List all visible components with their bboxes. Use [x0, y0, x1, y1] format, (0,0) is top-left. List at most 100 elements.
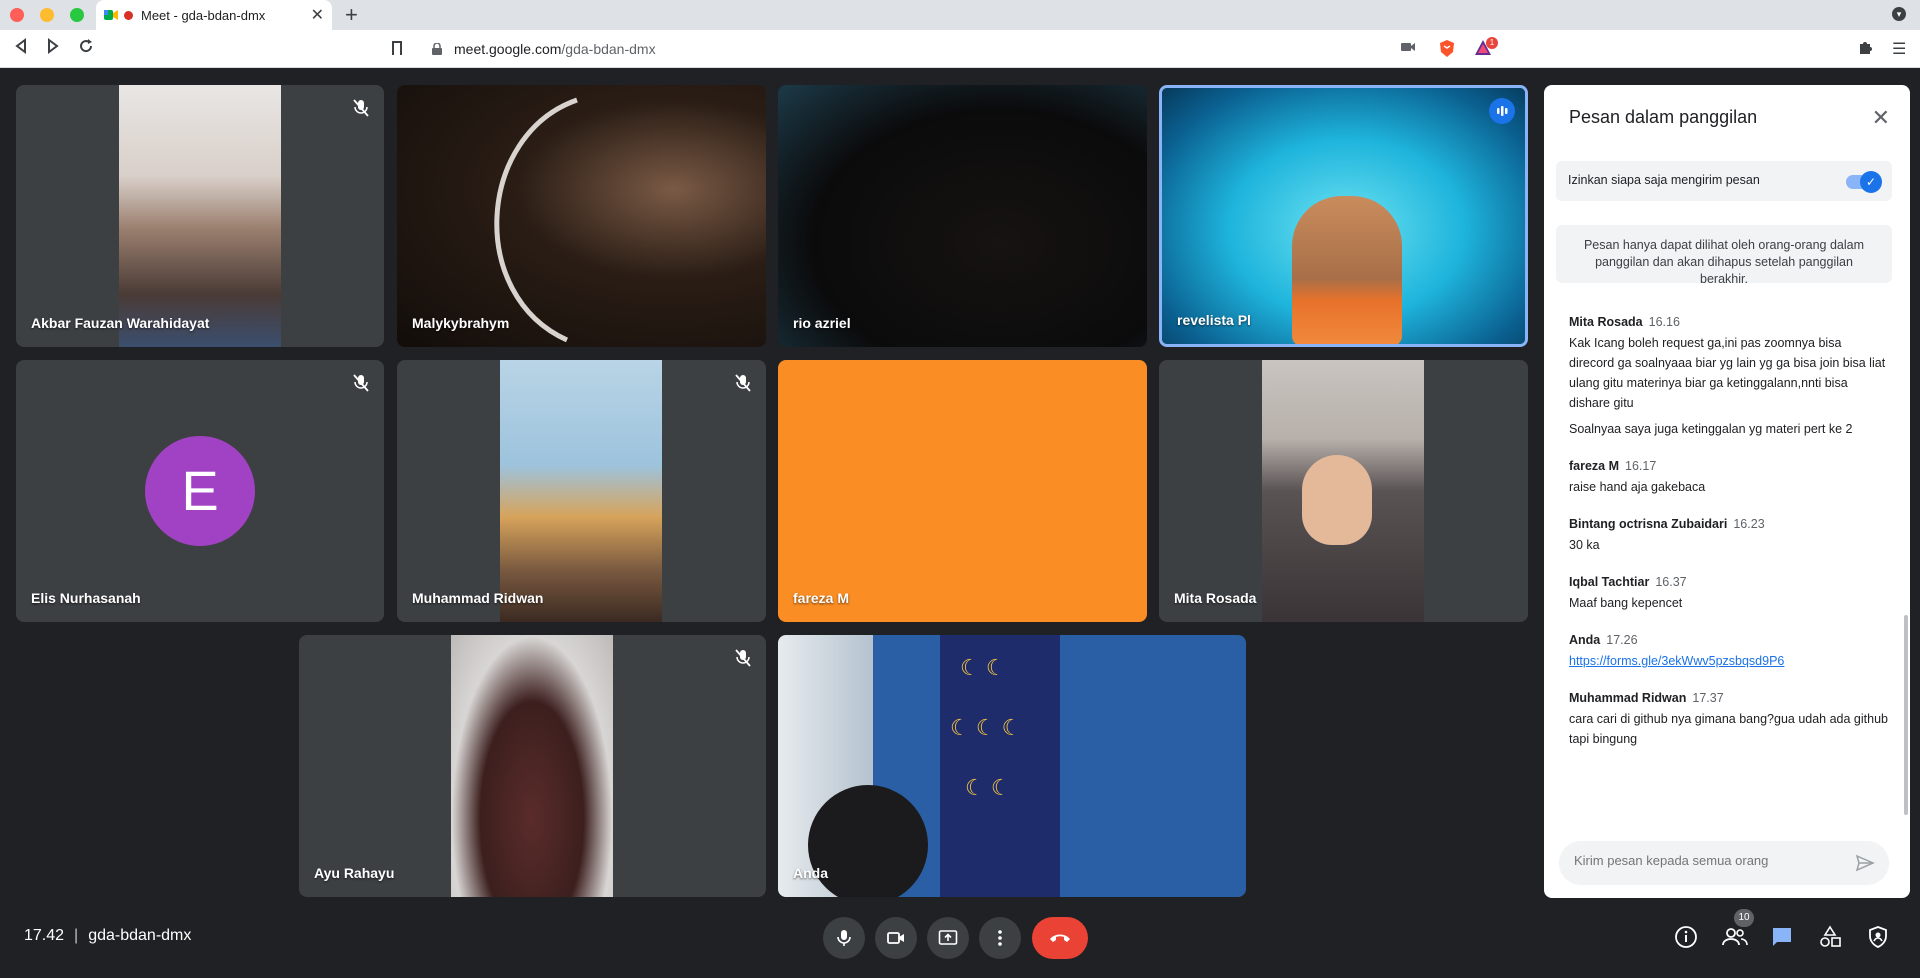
message-text: Maaf bang kepencet: [1569, 596, 1683, 610]
tile-revelista[interactable]: revelista Pl: [1159, 85, 1528, 347]
browser-menu-icon[interactable]: ☰: [1892, 39, 1906, 59]
tile-muhammad-ridwan[interactable]: Muhammad Ridwan: [397, 360, 766, 622]
tile-anda[interactable]: ☾ ☾ ☾ ☾ ☾ ☾ ☾ Anda: [778, 635, 1246, 897]
toggle-label: Izinkan siapa saja mengirim pesan: [1568, 173, 1760, 187]
participant-video: [778, 85, 1147, 347]
tile-mita[interactable]: Mita Rosada: [1159, 360, 1528, 622]
message-list: Mita Rosada 16.16 Kak Icang boleh request…: [1569, 315, 1889, 769]
message-time: 16.23: [1733, 517, 1765, 531]
bookmark-icon[interactable]: [392, 41, 402, 55]
message-link[interactable]: https://forms.gle/3ekWwv5pzsbqsd9P6: [1569, 654, 1784, 668]
panel-title: Pesan dalam panggilan: [1569, 107, 1758, 127]
message-sender: Iqbal Tachtiar: [1569, 575, 1650, 589]
meeting-details-icon[interactable]: [1674, 925, 1698, 954]
mic-off-icon: [732, 647, 754, 669]
message-sender: Muhammad Ridwan: [1569, 691, 1687, 705]
message-sender: Bintang octrisna Zubaidari: [1569, 517, 1728, 531]
message-text: 30 ka: [1569, 538, 1600, 552]
message-time: 16.37: [1655, 575, 1687, 589]
tile-rio[interactable]: rio azriel: [778, 85, 1147, 347]
participant-name: rio azriel: [793, 315, 851, 331]
zoom-window-button[interactable]: [70, 8, 84, 22]
message-text: raise hand aja gakebaca: [1569, 480, 1706, 494]
minimize-window-button[interactable]: [40, 8, 54, 22]
microphone-button[interactable]: [823, 917, 865, 959]
message-sender: Anda: [1569, 633, 1601, 647]
chat-message: Mita Rosada 16.16 Kak Icang boleh request…: [1569, 315, 1889, 439]
chat-info-notice: Pesan hanya dapat dilihat oleh orang-ora…: [1556, 225, 1892, 286]
message-time: 17.26: [1606, 633, 1638, 647]
chat-scrollbar[interactable]: [1904, 615, 1908, 815]
participant-figure: [1302, 455, 1372, 545]
tile-fareza[interactable]: fareza M: [778, 360, 1147, 622]
message-time: 16.17: [1625, 459, 1657, 473]
ring-light-shape: [494, 97, 578, 343]
participant-video: [451, 635, 613, 897]
mic-off-icon: [732, 372, 754, 394]
brave-shield-icon[interactable]: [1438, 39, 1456, 64]
tab-title: Meet - gda-bdan-dmx: [141, 7, 266, 23]
forward-icon[interactable]: [46, 38, 60, 59]
leave-call-button[interactable]: [1032, 917, 1088, 959]
tab-search-icon[interactable]: ▾: [1892, 7, 1906, 21]
check-icon: ✓: [1860, 171, 1882, 193]
participant-name: Malykybrahym: [412, 315, 510, 331]
url-field[interactable]: meet.google.com/gda-bdan-dmx: [454, 41, 656, 57]
participant-figure: [1292, 196, 1402, 344]
close-window-button[interactable]: [10, 8, 24, 22]
present-screen-button[interactable]: [927, 917, 969, 959]
allow-messages-toggle[interactable]: ✓: [1846, 171, 1882, 193]
chat-message: Muhammad Ridwan 17.37 cara cari di github…: [1569, 691, 1889, 749]
participant-name: fareza M: [793, 590, 850, 606]
chat-panel: Pesan dalam panggilan ✕ Izinkan siapa sa…: [1544, 85, 1910, 898]
tile-akbar[interactable]: Akbar Fauzan Warahidayat: [16, 85, 384, 347]
chat-message: Iqbal Tachtiar 16.37 Maaf bang kepencet: [1569, 575, 1889, 613]
present-icon: [938, 930, 958, 945]
participant-name: Mita Rosada: [1174, 590, 1257, 606]
url-host: meet.google.com: [454, 41, 562, 57]
participant-name: Ayu Rahayu: [314, 865, 395, 881]
participant-name: revelista Pl: [1177, 312, 1251, 328]
tile-malykybrahym[interactable]: Malykybrahym: [397, 85, 766, 347]
message-sender: Mita Rosada: [1569, 315, 1643, 329]
allow-messages-row: Izinkan siapa saja mengirim pesan ✓: [1556, 161, 1892, 201]
participant-name: Muhammad Ridwan: [412, 590, 544, 606]
brave-rewards-icon[interactable]: 1: [1474, 37, 1498, 62]
message-input[interactable]: [1574, 853, 1834, 868]
browser-tab[interactable]: Meet - gda-bdan-dmx ✕: [96, 0, 332, 30]
message-text: cara cari di github nya gimana bang?gua …: [1569, 712, 1888, 746]
hang-up-icon: [1050, 934, 1070, 942]
extensions-puzzle-icon[interactable]: [1858, 39, 1874, 60]
camera-button[interactable]: [875, 917, 917, 959]
reload-icon[interactable]: [78, 38, 94, 59]
meeting-code[interactable]: gda-bdan-dmx: [88, 927, 191, 944]
url-path: /gda-bdan-dmx: [561, 41, 656, 57]
camera-in-use-icon[interactable]: [1400, 39, 1416, 60]
send-icon[interactable]: [1855, 853, 1875, 878]
meet-icon: [104, 9, 118, 21]
participant-name: Elis Nurhasanah: [31, 590, 141, 606]
more-options-button[interactable]: [979, 917, 1021, 959]
host-controls-icon[interactable]: [1866, 925, 1890, 954]
extension-badge: 1: [1486, 37, 1498, 49]
activities-icon[interactable]: [1818, 925, 1842, 954]
lock-icon[interactable]: [432, 42, 442, 55]
message-text: Kak Icang boleh request ga,ini pas zoomn…: [1569, 336, 1886, 410]
message-time: 16.16: [1648, 315, 1680, 329]
close-icon[interactable]: ✕: [1872, 105, 1890, 131]
close-tab-icon[interactable]: ✕: [311, 5, 324, 25]
meeting-info: 17.42 | gda-bdan-dmx: [24, 927, 192, 944]
new-tab-button[interactable]: +: [345, 2, 358, 28]
tile-elis[interactable]: E Elis Nurhasanah: [16, 360, 384, 622]
participant-video: [500, 360, 662, 622]
back-icon[interactable]: [14, 38, 28, 59]
microphone-icon: [837, 930, 851, 946]
mic-off-icon: [350, 372, 372, 394]
curtain-shape: ☾ ☾ ☾ ☾ ☾ ☾ ☾: [940, 635, 1060, 897]
participant-video: [119, 85, 281, 347]
tile-ayu[interactable]: Ayu Rahayu: [299, 635, 766, 897]
recording-icon: [124, 10, 133, 20]
people-icon[interactable]: [1722, 925, 1748, 954]
participant-name: Anda: [793, 865, 828, 881]
chat-icon[interactable]: [1770, 925, 1794, 954]
